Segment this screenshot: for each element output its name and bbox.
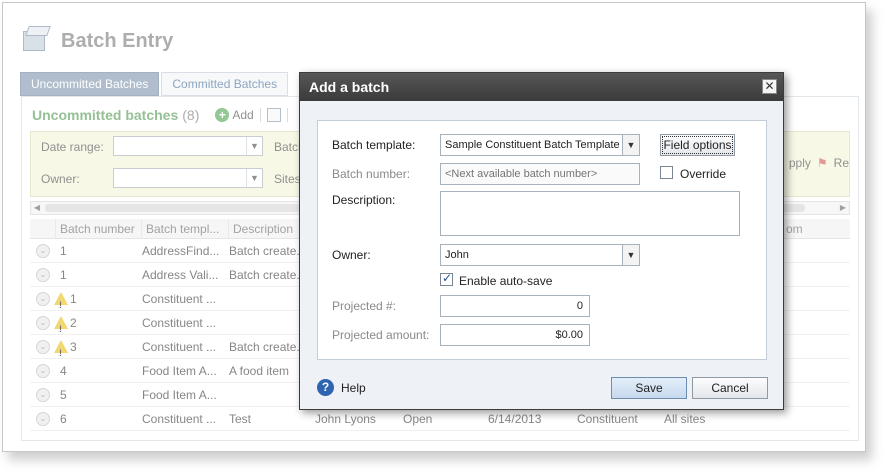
owner-select[interactable]: John ▼ xyxy=(440,244,640,266)
batch-template-value: Sample Constituent Batch Template xyxy=(445,139,620,151)
override-checkbox[interactable] xyxy=(660,166,673,179)
projected-count-input[interactable]: 0 xyxy=(440,295,590,317)
question-circle-icon[interactable]: ? xyxy=(317,379,334,396)
dialog-form: Batch template: Sample Constituent Batch… xyxy=(317,120,767,360)
help-link[interactable]: Help xyxy=(341,381,366,395)
field-options-button[interactable]: Field options xyxy=(660,134,735,156)
override-label: Override xyxy=(680,167,727,181)
batch-number-input[interactable] xyxy=(440,163,640,185)
enable-autosave-checkbox[interactable] xyxy=(440,271,453,286)
dialog-title: Add a batch xyxy=(309,79,390,95)
description-textarea[interactable] xyxy=(440,191,740,236)
projected-amount-input[interactable]: $0.00 xyxy=(440,324,590,346)
description-label: Description: xyxy=(332,193,396,207)
dialog-titlebar: Add a batch ✕ xyxy=(300,73,783,101)
add-batch-dialog: Add a batch ✕ Batch template: Sample Con… xyxy=(299,72,784,410)
batch-number-label: Batch number: xyxy=(332,167,411,181)
close-icon[interactable]: ✕ xyxy=(762,79,777,94)
projected-amount-label: Projected amount: xyxy=(332,328,430,342)
save-button[interactable]: Save xyxy=(611,377,687,399)
owner-label: Owner: xyxy=(332,248,371,262)
batch-template-label: Batch template: xyxy=(332,138,416,152)
owner-value: John xyxy=(445,249,469,261)
chevron-down-icon: ▼ xyxy=(622,245,639,265)
chevron-down-icon: ▼ xyxy=(622,135,639,155)
batch-template-select[interactable]: Sample Constituent Batch Template ▼ xyxy=(440,134,640,156)
projected-count-label: Projected #: xyxy=(332,299,397,313)
enable-autosave-label: Enable auto-save xyxy=(459,274,553,288)
cancel-button[interactable]: Cancel xyxy=(692,377,768,399)
